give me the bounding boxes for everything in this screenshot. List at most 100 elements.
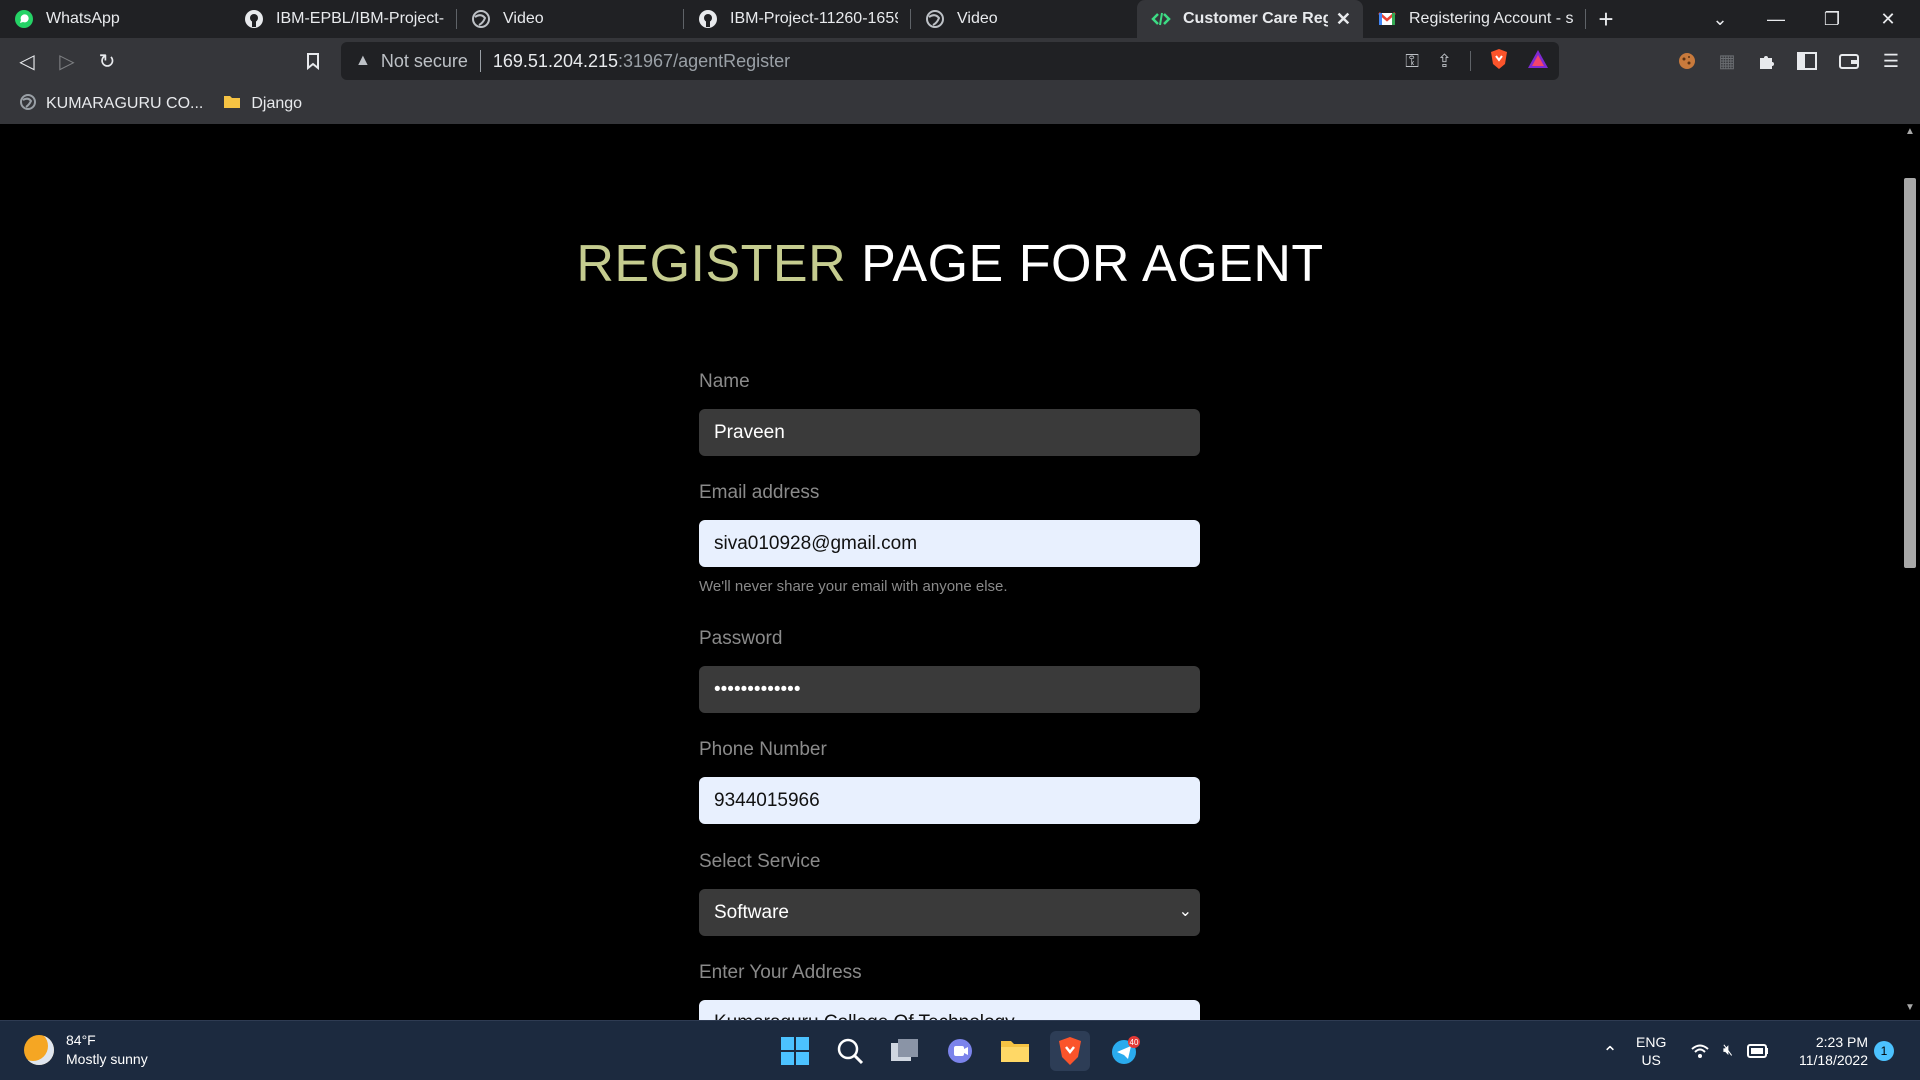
share-icon[interactable]: ⇪ — [1437, 51, 1452, 72]
weather-temp: 84°F — [66, 1032, 96, 1048]
email-help-text: We'll never share your email with anyone… — [699, 578, 1008, 595]
close-tab-icon[interactable]: ✕ — [1336, 9, 1351, 30]
reload-button[interactable]: ↻ — [92, 46, 122, 76]
tab-strip: WhatsApp IBM-EPBL/IBM-Project-112 Video … — [0, 0, 1920, 38]
github-icon — [244, 9, 264, 29]
forward-button[interactable]: ▷ — [52, 46, 82, 76]
scrollbar-thumb[interactable] — [1904, 178, 1916, 568]
tab-whatsapp[interactable]: WhatsApp — [0, 0, 230, 38]
divider — [479, 50, 481, 72]
tab-label: IBM-Project-11260-165928 — [730, 10, 898, 27]
email-field[interactable]: siva010928@gmail.com — [699, 520, 1200, 567]
title-accent: REGISTER — [576, 235, 847, 293]
address-field[interactable]: Kumaraguru College Of Technology — [699, 1000, 1200, 1020]
scroll-up-icon[interactable]: ▲ — [1900, 126, 1920, 142]
security-status: Not secure — [380, 50, 468, 71]
scroll-down-icon[interactable]: ▼ — [1900, 1002, 1920, 1018]
wallet-icon[interactable] — [1834, 46, 1864, 76]
password-field[interactable]: ••••••••••••• — [699, 666, 1200, 713]
tab-video-2[interactable]: Video — [911, 0, 1137, 38]
title-rest: PAGE FOR AGENT — [846, 235, 1324, 293]
name-field[interactable]: Praveen — [699, 409, 1200, 456]
search-icon[interactable] — [830, 1031, 870, 1071]
service-label: Select Service — [699, 851, 821, 872]
folder-icon — [223, 94, 241, 115]
email-label: Email address — [699, 482, 820, 503]
bookmark-label: KUMARAGURU CO... — [46, 95, 204, 112]
service-select[interactable]: Software ⌄ — [699, 889, 1200, 936]
tab-video-1[interactable]: Video — [457, 0, 683, 38]
tab-label: WhatsApp — [46, 10, 120, 27]
seo-extension-icon[interactable]: ▦ — [1712, 46, 1742, 76]
warning-icon: ▲ — [355, 52, 371, 69]
browser-toolbar: ◁ ▷ ↻ ▲ Not secure 169.51.204.215:31967/… — [0, 38, 1920, 84]
globe-icon — [925, 9, 945, 29]
extensions-icon[interactable] — [1752, 46, 1782, 76]
page-scrollbar[interactable]: ▲ ▼ — [1900, 124, 1920, 1020]
weather-desc: Mostly sunny — [66, 1051, 148, 1067]
url-path: :31967/agentRegister — [618, 50, 791, 71]
code-icon — [1151, 9, 1171, 29]
tab-label: Video — [503, 10, 544, 27]
gmail-icon — [1377, 9, 1397, 29]
battery-icon[interactable] — [1738, 1031, 1778, 1071]
start-icon[interactable] — [775, 1031, 815, 1071]
tab-github-2[interactable]: IBM-Project-11260-165928 — [684, 0, 910, 38]
tab-label: IBM-EPBL/IBM-Project-112 — [276, 10, 444, 27]
language-indicator[interactable]: ENG US — [1636, 1033, 1666, 1069]
lang-primary: ENG — [1636, 1034, 1667, 1050]
brave-rewards-icon[interactable] — [1527, 49, 1549, 74]
minimize-button[interactable]: — — [1748, 0, 1804, 38]
tab-label: Video — [957, 10, 998, 27]
bookmark-django[interactable]: Django — [223, 94, 302, 115]
globe-icon — [471, 9, 491, 29]
new-tab-button[interactable]: + — [1586, 0, 1626, 38]
clock-time: 2:23 PM — [1815, 1034, 1868, 1050]
address-label: Enter Your Address — [699, 962, 862, 983]
service-selected-value: Software — [714, 901, 789, 923]
weather-sun-icon — [24, 1035, 54, 1065]
lang-secondary: US — [1641, 1052, 1661, 1068]
menu-icon[interactable]: ☰ — [1876, 46, 1906, 76]
tab-gmail[interactable]: Registering Account - siva0 — [1363, 0, 1585, 38]
whatsapp-icon — [14, 9, 34, 29]
clock-date: 11/18/2022 — [1798, 1052, 1868, 1068]
telegram-icon[interactable]: 40 — [1105, 1031, 1145, 1071]
divider — [1470, 51, 1471, 71]
page-content: REGISTER PAGE FOR AGENT Name Praveen Ema… — [0, 124, 1900, 1020]
tab-label: Customer Care Registr — [1183, 10, 1328, 27]
notification-badge[interactable]: 1 — [1874, 1041, 1894, 1061]
brave-shields-icon[interactable] — [1489, 48, 1509, 75]
tab-customer-care[interactable]: Customer Care Registr ✕ — [1137, 0, 1363, 38]
file-explorer-icon[interactable] — [995, 1031, 1035, 1071]
teams-chat-icon[interactable] — [940, 1031, 980, 1071]
clock[interactable]: 2:23 PM 11/18/2022 — [1788, 1033, 1868, 1069]
address-bar[interactable]: ▲ Not secure 169.51.204.215:31967/agentR… — [341, 42, 1559, 80]
name-label: Name — [699, 371, 750, 392]
page-title: REGISTER PAGE FOR AGENT — [0, 234, 1900, 294]
close-window-button[interactable]: ✕ — [1860, 0, 1916, 38]
restore-button[interactable]: ❐ — [1804, 0, 1860, 38]
url-host: 169.51.204.215 — [492, 50, 619, 71]
cookie-extension-icon[interactable] — [1672, 46, 1702, 76]
back-button[interactable]: ◁ — [12, 46, 42, 76]
chevron-down-icon: ⌄ — [1178, 903, 1192, 920]
bookmark-icon[interactable] — [298, 46, 328, 76]
task-view-icon[interactable] — [885, 1031, 925, 1071]
bookmark-kumaraguru[interactable]: KUMARAGURU CO... — [20, 93, 204, 115]
bookmarks-bar: KUMARAGURU CO... Django — [0, 84, 1920, 124]
brave-browser-icon[interactable] — [1050, 1031, 1090, 1071]
github-icon — [698, 9, 718, 29]
bookmark-label: Django — [251, 95, 303, 112]
phone-label: Phone Number — [699, 739, 827, 760]
globe-icon — [20, 93, 36, 115]
telegram-badge: 40 — [1130, 1038, 1139, 1047]
tray-overflow-icon[interactable]: ⌃ — [1590, 1033, 1630, 1073]
weather-widget[interactable]: 84°F Mostly sunny — [24, 1031, 148, 1069]
key-icon[interactable]: ⚿ — [1405, 51, 1419, 72]
windows-taskbar: 84°F Mostly sunny 40 ⌃ ENG US 🔇︎ 2:23 PM… — [0, 1020, 1920, 1080]
sidebar-icon[interactable] — [1792, 46, 1822, 76]
tab-github-1[interactable]: IBM-EPBL/IBM-Project-112 — [230, 0, 456, 38]
phone-field[interactable]: 9344015966 — [699, 777, 1200, 824]
tab-search-icon[interactable]: ⌄ — [1692, 0, 1748, 38]
